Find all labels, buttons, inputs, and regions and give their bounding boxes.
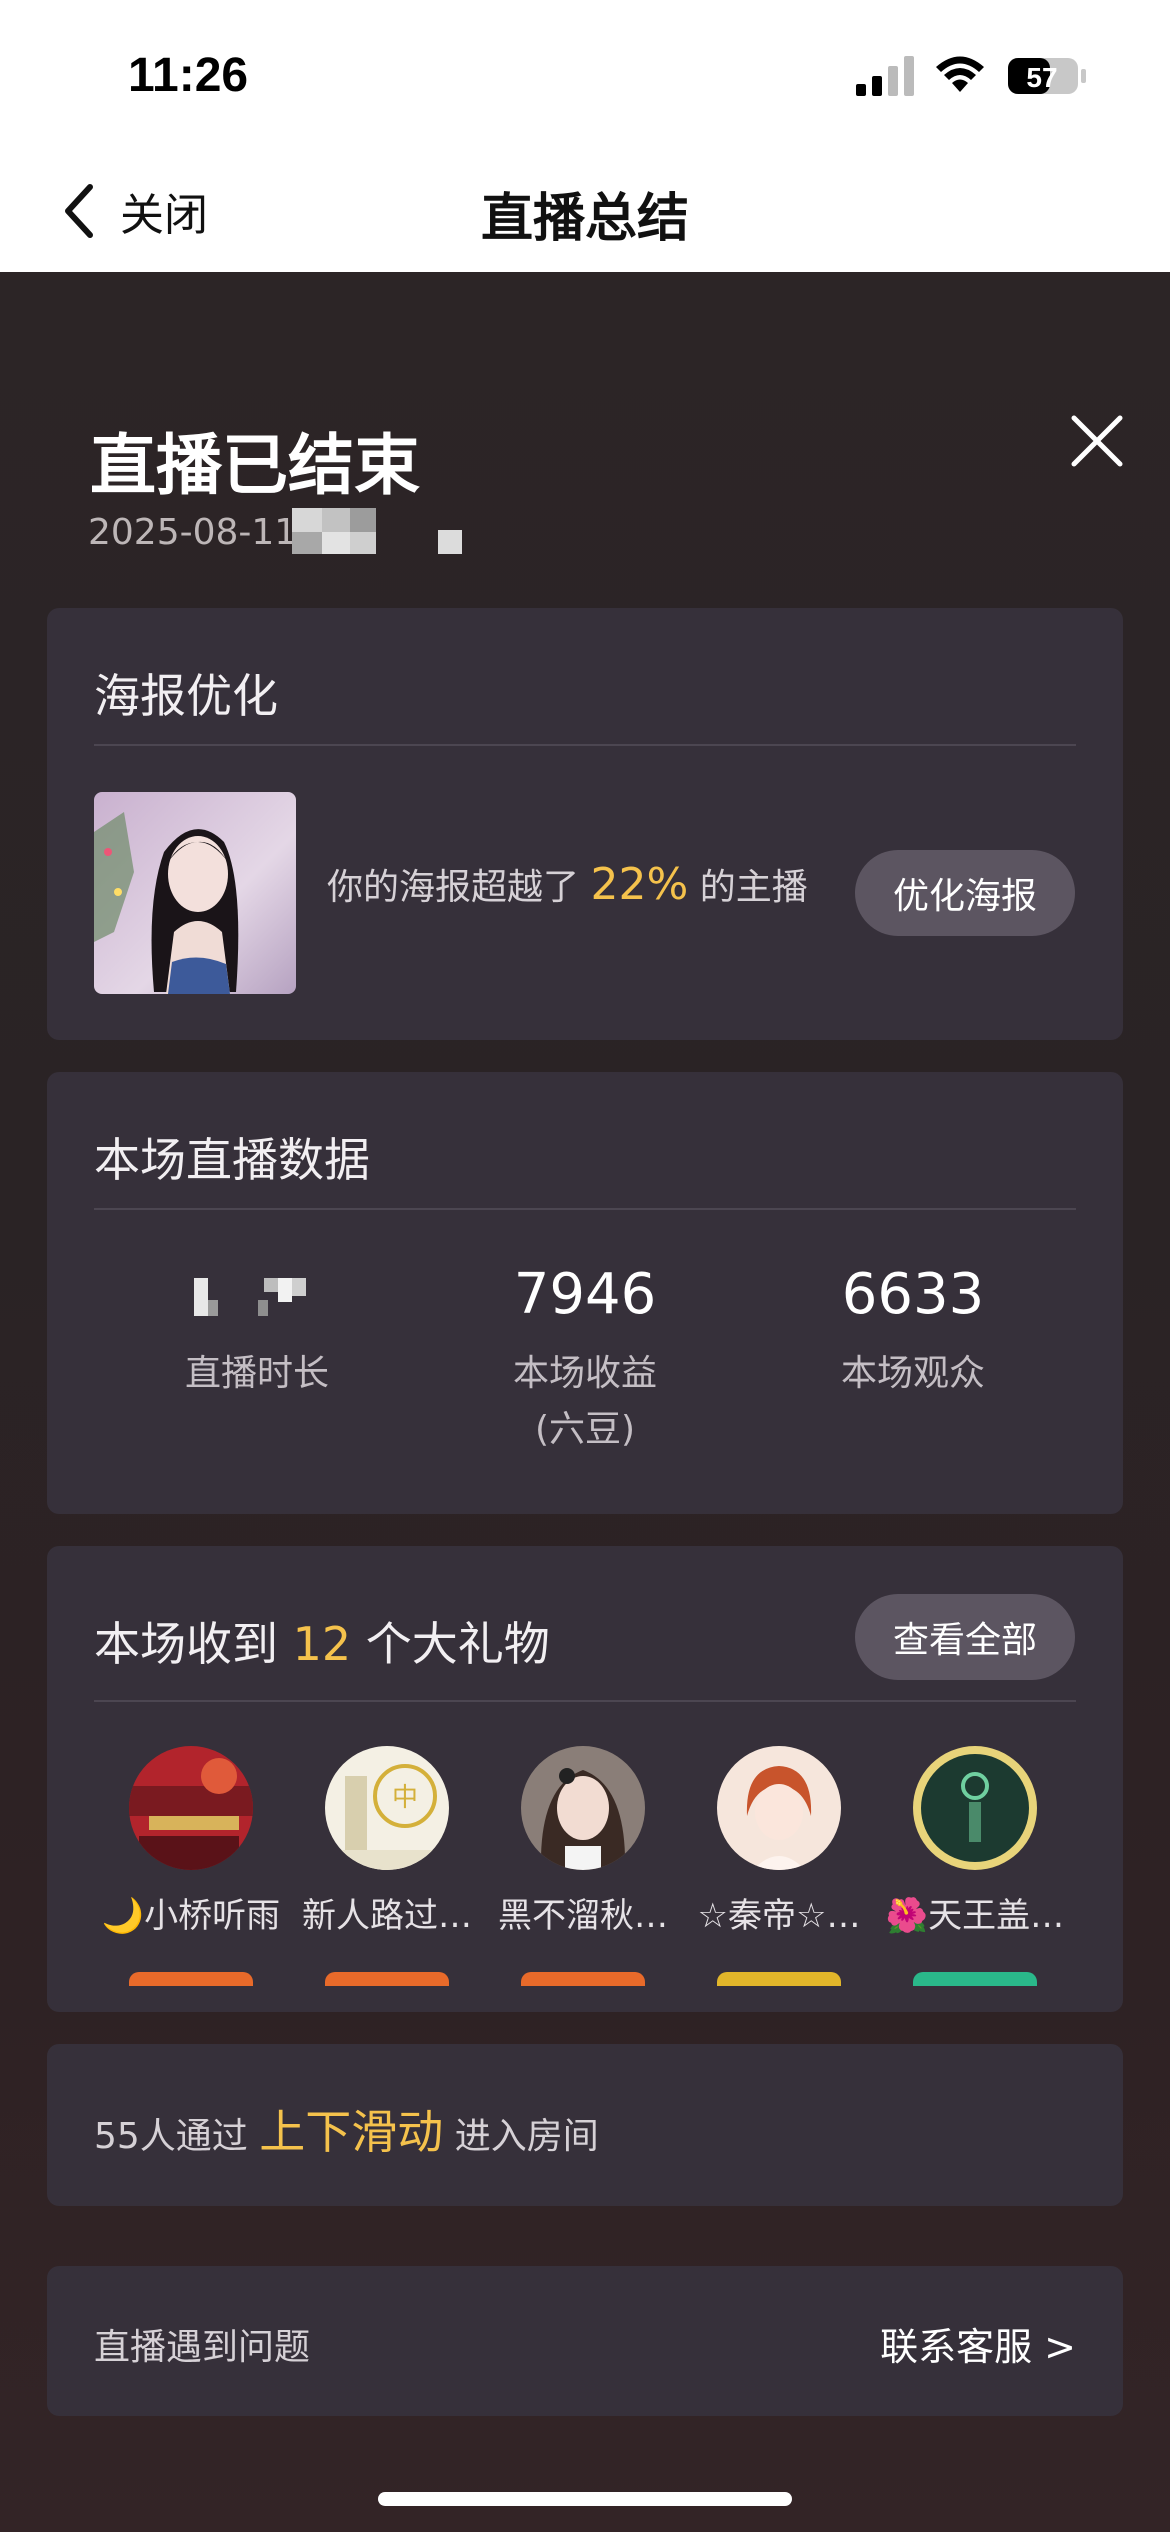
poster-card-title: 海报优化 — [94, 669, 278, 723]
poster-rank-text: 你的海报超越了 22% 的主播 — [327, 859, 808, 910]
nav-bar: 关闭 直播总结 — [0, 150, 1170, 272]
stat-audience: 6633 本场观众 — [763, 1262, 1063, 1402]
stat-audience-label: 本场观众 — [840, 1353, 985, 1394]
level-badge — [913, 1972, 1037, 1986]
avatar — [129, 1746, 253, 1870]
gift-user[interactable]: 🌙小桥听雨 — [93, 1746, 289, 1986]
stat-duration-value — [107, 1262, 407, 1334]
gifts-card: 本场收到 12 个大礼物 查看全部 🌙小桥听雨 中 新人路过… 黑不溜秋… ☆秦… — [47, 1546, 1123, 2012]
gift-user-name: 黑不溜秋… — [498, 1896, 668, 1936]
poster-card: 海报优化 你的海报超越了 22% 的主播 优化海报 — [47, 608, 1123, 1040]
poster-thumbnail[interactable] — [94, 792, 296, 994]
page-title: 直播总结 — [480, 189, 689, 249]
divider — [94, 744, 1076, 746]
level-badge — [521, 1972, 645, 1986]
gifts-count: 12 — [292, 1617, 352, 1671]
live-ended-title: 直播已结束 — [90, 427, 420, 504]
gift-user-name: ☆秦帝☆… — [697, 1896, 861, 1936]
level-badge — [325, 1972, 449, 1986]
battery-level: 57 — [1026, 62, 1057, 93]
cellular-signal-icon — [856, 56, 914, 96]
live-date: 2025-08-11 — [88, 512, 298, 553]
swipe-entry-card: 55人通过 上下滑动 进入房间 — [47, 2044, 1123, 2206]
gift-user-name: 🌙小桥听雨 — [101, 1896, 281, 1936]
swipe-entry-text: 55人通过 上下滑动 进入房间 — [94, 2105, 599, 2159]
close-icon[interactable] — [1068, 412, 1126, 470]
avatar — [717, 1746, 841, 1870]
stat-earnings-unit: (六豆) — [534, 1409, 636, 1450]
wifi-icon — [936, 56, 984, 92]
summary-content: 直播已结束 2025-08-11 海报优化 你的海报超越了 22% 的主播 优化… — [0, 272, 1170, 2532]
poster-percent: 22% — [590, 859, 689, 910]
status-time: 11:26 — [128, 49, 249, 102]
level-badge — [717, 1972, 841, 1986]
live-data-card: 本场直播数据 直播时长 7946 本场收益 (六豆) 6633 本场观众 — [47, 1072, 1123, 1514]
live-data-title: 本场直播数据 — [94, 1133, 370, 1187]
avatar: 中 — [325, 1746, 449, 1870]
gift-user[interactable]: 黑不溜秋… — [485, 1746, 681, 1986]
divider — [94, 1208, 1076, 1210]
status-bar: 11:26 57 — [0, 0, 1170, 150]
stat-audience-value: 6633 — [841, 1262, 985, 1327]
svg-text:中: 中 — [392, 1783, 418, 1813]
help-card: 直播遇到问题 联系客服 > — [47, 2266, 1123, 2416]
gift-user-name: 新人路过… — [302, 1896, 472, 1936]
divider — [94, 1700, 1076, 1702]
gifts-title: 本场收到 12 个大礼物 — [94, 1617, 550, 1671]
contact-support-link[interactable]: 联系客服 > — [880, 2316, 1076, 2371]
gift-user-name: 🌺天王盖… — [885, 1896, 1065, 1936]
stat-duration-label: 直播时长 — [184, 1353, 329, 1394]
view-all-button[interactable]: 查看全部 — [855, 1594, 1075, 1680]
redacted-duration — [194, 1278, 306, 1316]
swipe-highlight: 上下滑动 — [259, 2105, 444, 2159]
gift-user[interactable]: 中 新人路过… — [289, 1746, 485, 1986]
gift-user[interactable]: 🌺天王盖… — [877, 1746, 1073, 1986]
home-indicator[interactable] — [378, 2492, 792, 2506]
stat-earnings-label: 本场收益 — [512, 1353, 657, 1394]
stat-duration: 直播时长 — [107, 1262, 407, 1402]
battery-icon: 57 — [1008, 58, 1086, 94]
help-text: 直播遇到问题 — [94, 2327, 311, 2368]
stat-earnings: 7946 本场收益 (六豆) — [435, 1262, 735, 1458]
gift-user[interactable]: ☆秦帝☆… — [681, 1746, 877, 1986]
level-badge — [129, 1972, 253, 1986]
avatar — [521, 1746, 645, 1870]
optimize-poster-button[interactable]: 优化海报 — [855, 850, 1075, 936]
stat-earnings-value: 7946 — [513, 1262, 657, 1327]
avatar — [913, 1746, 1037, 1870]
